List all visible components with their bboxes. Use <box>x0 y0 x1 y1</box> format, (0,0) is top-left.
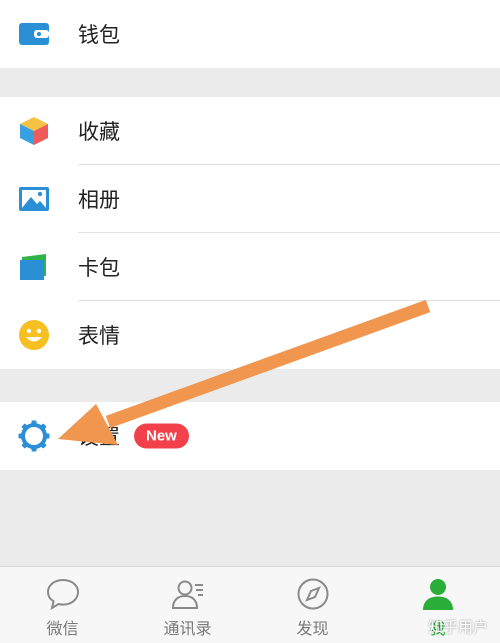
menu-item-wallet[interactable]: 钱包 <box>0 0 500 68</box>
menu-label-cards: 卡包 <box>78 256 120 280</box>
person-icon <box>422 579 453 610</box>
contacts-icon <box>171 580 203 609</box>
tab-chats[interactable]: 微信 <box>0 567 125 643</box>
new-badge: New <box>134 423 189 449</box>
menu-item-stickers[interactable]: 表情 <box>0 301 500 369</box>
chat-bubble-icon <box>46 578 79 611</box>
menu-label-settings: 设置 <box>78 425 120 449</box>
gear-icon <box>18 420 50 452</box>
menu-label-favorites: 收藏 <box>78 120 120 144</box>
picture-icon <box>19 187 49 211</box>
menu-label-wallet: 钱包 <box>78 23 120 47</box>
wallet-group: 钱包 <box>0 0 500 68</box>
settings-group: 设置 New <box>0 402 500 470</box>
card-icon <box>20 254 46 280</box>
tab-contacts[interactable]: 通讯录 <box>125 567 250 643</box>
tab-discover[interactable]: 发现 <box>250 567 375 643</box>
tab-label-chats: 微信 <box>46 619 79 638</box>
media-group: 收藏 相册 卡包 表情 <box>0 97 500 369</box>
tab-label-discover: 发现 <box>296 619 329 638</box>
tab-label-contacts: 通讯录 <box>163 619 212 638</box>
menu-item-favorites[interactable]: 收藏 <box>0 97 500 165</box>
cube-icon <box>20 117 48 145</box>
menu-item-cards[interactable]: 卡包 <box>0 233 500 301</box>
compass-icon <box>297 578 328 610</box>
wallet-icon <box>19 23 49 45</box>
menu-label-stickers: 表情 <box>78 324 120 348</box>
watermark: 知乎用户 <box>427 618 488 636</box>
menu-item-album[interactable]: 相册 <box>0 165 500 233</box>
smiley-icon <box>19 320 49 350</box>
menu-label-album: 相册 <box>78 188 120 212</box>
menu-item-settings[interactable]: 设置 New <box>0 402 500 470</box>
bottom-tab-bar: 微信 通讯录 发现 我 知乎用户 <box>0 566 500 643</box>
